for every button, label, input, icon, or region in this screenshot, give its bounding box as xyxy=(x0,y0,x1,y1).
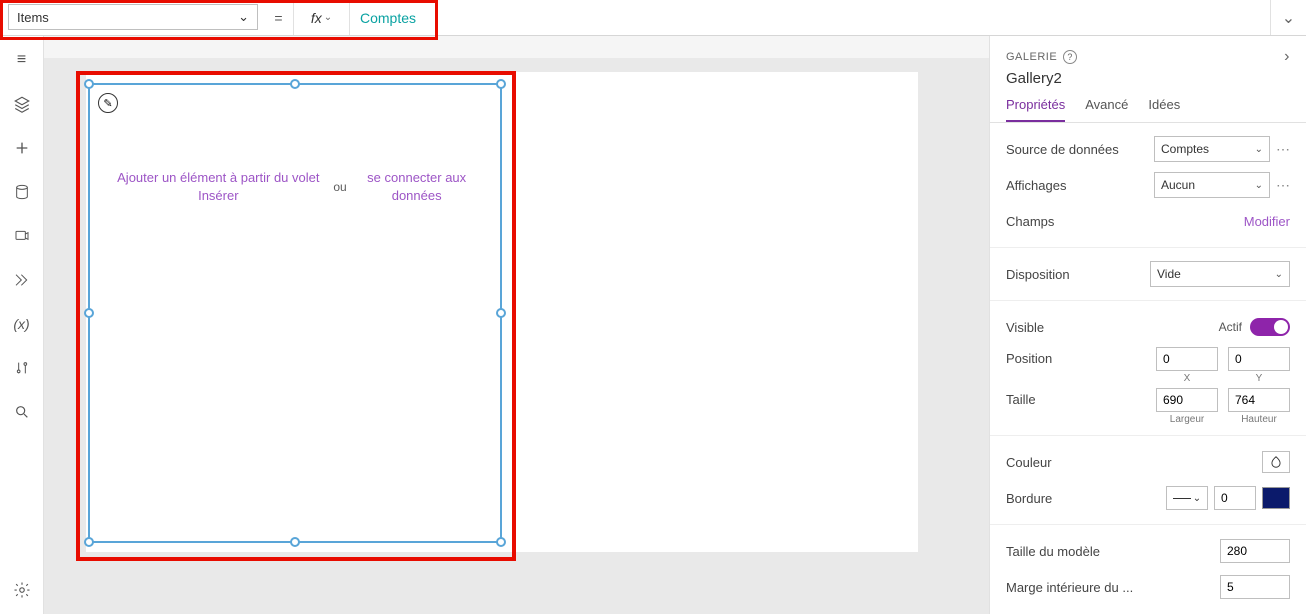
position-label: Position xyxy=(1006,347,1156,366)
template-size-label: Taille du modèle xyxy=(1006,544,1220,559)
layout-dropdown[interactable]: Vide⌄ xyxy=(1150,261,1290,287)
chevron-down-icon: ⌄ xyxy=(238,9,249,25)
insert-pane-link[interactable]: Ajouter un élément à partir du volet Ins… xyxy=(113,169,323,205)
edit-pencil-icon[interactable]: ✎ xyxy=(98,93,118,113)
control-name-label: Gallery2 xyxy=(1006,70,1290,87)
resize-handle[interactable] xyxy=(84,537,94,547)
size-label: Taille xyxy=(1006,388,1156,407)
chevron-down-icon: ⌄ xyxy=(324,12,332,23)
fields-edit-link[interactable]: Modifier xyxy=(1244,214,1290,229)
annotation-highlight xyxy=(76,71,516,561)
resize-handle[interactable] xyxy=(290,79,300,89)
fields-label: Champs xyxy=(1006,214,1244,229)
views-dropdown[interactable]: Aucun⌄ xyxy=(1154,172,1270,198)
expand-formula-button[interactable]: ⌄ xyxy=(1270,0,1306,35)
fx-label: fx xyxy=(311,10,322,26)
position-y-input[interactable] xyxy=(1228,347,1290,371)
datasource-more-icon[interactable]: ⋯ xyxy=(1276,141,1290,158)
chevron-down-icon: ⌄ xyxy=(1275,269,1283,280)
hint-or: ou xyxy=(333,180,346,194)
connect-data-link[interactable]: se connecter aux données xyxy=(357,169,477,205)
resize-handle[interactable] xyxy=(290,537,300,547)
resize-handle[interactable] xyxy=(84,308,94,318)
tab-advanced[interactable]: Avancé xyxy=(1085,97,1128,122)
tab-properties[interactable]: Propriétés xyxy=(1006,97,1065,122)
canvas-area[interactable]: ✎ Ajouter un élément à partir du volet I… xyxy=(44,58,989,614)
width-sublabel: Largeur xyxy=(1170,414,1204,425)
border-style-dropdown[interactable]: ⌄ xyxy=(1166,486,1208,510)
chevron-down-icon: ⌄ xyxy=(1193,493,1201,504)
height-sublabel: Hauteur xyxy=(1241,414,1277,425)
formula-value: Comptes xyxy=(360,10,416,26)
gallery-empty-hint: Ajouter un élément à partir du volet Ins… xyxy=(90,169,500,205)
screen-artboard[interactable]: ✎ Ajouter un élément à partir du volet I… xyxy=(86,72,918,552)
resize-handle[interactable] xyxy=(496,308,506,318)
help-icon[interactable]: ? xyxy=(1063,50,1077,64)
power-automate-icon[interactable] xyxy=(12,270,32,290)
resize-handle[interactable] xyxy=(84,79,94,89)
tree-view-icon[interactable] xyxy=(12,94,32,114)
variables-icon[interactable]: (x) xyxy=(12,314,32,334)
gallery-control[interactable]: ✎ Ajouter un élément à partir du volet I… xyxy=(88,83,502,543)
left-nav-rail: ≡ (x) xyxy=(0,36,44,614)
width-input[interactable] xyxy=(1156,388,1218,412)
chevron-down-icon: ⌄ xyxy=(1255,180,1263,191)
property-dropdown[interactable]: Items ⌄ xyxy=(8,4,258,30)
datasource-dropdown[interactable]: Comptes⌄ xyxy=(1154,136,1270,162)
template-padding-input[interactable] xyxy=(1220,575,1290,599)
advanced-tools-icon[interactable] xyxy=(12,358,32,378)
template-padding-label: Marge intérieure du ... xyxy=(1006,580,1220,595)
resize-handle[interactable] xyxy=(496,537,506,547)
chevron-down-icon: ⌄ xyxy=(1255,144,1263,155)
media-icon[interactable] xyxy=(12,226,32,246)
insert-icon[interactable] xyxy=(12,138,32,158)
control-kind-label: GALERIE xyxy=(1006,51,1057,63)
position-x-input[interactable] xyxy=(1156,347,1218,371)
height-input[interactable] xyxy=(1228,388,1290,412)
resize-handle[interactable] xyxy=(496,79,506,89)
fx-button[interactable]: fx ⌄ xyxy=(294,0,350,35)
color-label: Couleur xyxy=(1006,455,1262,470)
border-width-input[interactable] xyxy=(1214,486,1256,510)
data-icon[interactable] xyxy=(12,182,32,202)
views-more-icon[interactable]: ⋯ xyxy=(1276,177,1290,194)
hamburger-icon[interactable]: ≡ xyxy=(12,50,32,70)
border-label: Bordure xyxy=(1006,491,1166,506)
settings-icon[interactable] xyxy=(12,580,32,600)
color-picker[interactable] xyxy=(1262,451,1290,473)
border-color-picker[interactable] xyxy=(1262,487,1290,509)
properties-panel: GALERIE ? › Gallery2 Propriétés Avancé I… xyxy=(989,36,1306,614)
views-label: Affichages xyxy=(1006,178,1154,193)
layout-label: Disposition xyxy=(1006,267,1150,282)
y-sublabel: Y xyxy=(1256,373,1263,384)
visible-label: Visible xyxy=(1006,320,1219,335)
template-size-input[interactable] xyxy=(1220,539,1290,563)
visible-toggle[interactable] xyxy=(1250,318,1290,336)
formula-bar: Items ⌄ = fx ⌄ Comptes ⌄ xyxy=(0,0,1306,36)
panel-expand-icon[interactable]: › xyxy=(1284,48,1290,66)
datasource-label: Source de données xyxy=(1006,142,1154,157)
tab-ideas[interactable]: Idées xyxy=(1148,97,1180,122)
x-sublabel: X xyxy=(1184,373,1191,384)
panel-tabs: Propriétés Avancé Idées xyxy=(990,97,1306,123)
property-dropdown-label: Items xyxy=(17,10,49,25)
equals-label: = xyxy=(264,0,294,35)
search-icon[interactable] xyxy=(12,402,32,422)
visible-state-label: Actif xyxy=(1219,320,1242,334)
formula-input[interactable]: Comptes xyxy=(350,0,1270,35)
